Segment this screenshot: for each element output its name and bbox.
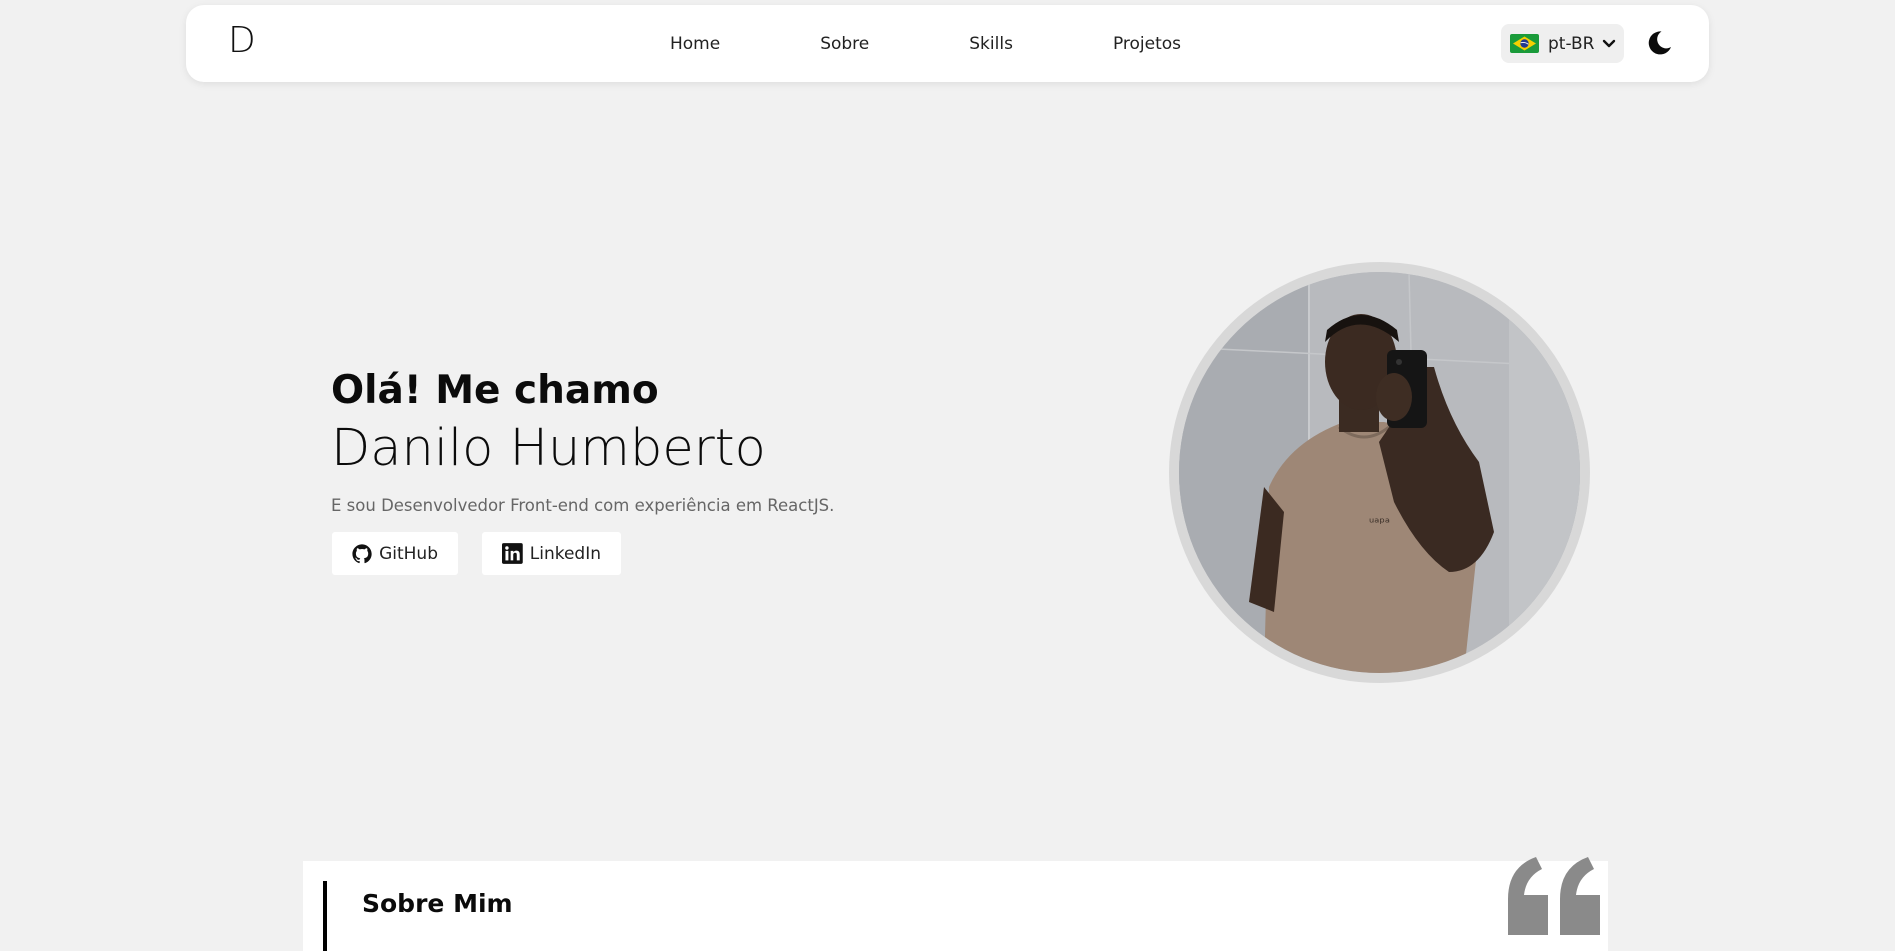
navbar: D Home Sobre Skills Projetos pt-BR xyxy=(186,5,1709,82)
about-accent-bar xyxy=(323,881,327,951)
language-select[interactable]: pt-BR xyxy=(1501,24,1624,63)
nav-link-projetos[interactable]: Projetos xyxy=(1113,34,1181,54)
linkedin-icon xyxy=(502,543,523,564)
svg-text:ᵘᵃᵖᵃ: ᵘᵃᵖᵃ xyxy=(1369,516,1390,531)
language-label: pt-BR xyxy=(1548,33,1595,54)
chevron-down-icon xyxy=(1603,39,1616,47)
nav-link-sobre[interactable]: Sobre xyxy=(820,34,869,54)
nav-links: Home Sobre Skills Projetos xyxy=(670,5,1181,82)
hero-description: E sou Desenvolvedor Front-end com experi… xyxy=(331,496,835,515)
github-icon xyxy=(352,543,372,563)
linkedin-button[interactable]: LinkedIn xyxy=(482,532,621,575)
theme-toggle-button[interactable] xyxy=(1644,28,1674,58)
avatar-ring: ᵘᵃᵖᵃ xyxy=(1169,262,1590,683)
hero-name: Danilo Humberto xyxy=(331,419,766,478)
nav-link-skills[interactable]: Skills xyxy=(969,34,1013,54)
github-label: GitHub xyxy=(379,543,438,564)
quote-icon xyxy=(1508,857,1600,935)
linkedin-label: LinkedIn xyxy=(529,543,601,564)
moon-icon xyxy=(1648,31,1671,55)
about-section: Sobre Mim xyxy=(303,857,1608,951)
hero-greeting: Olá! Me chamo xyxy=(331,368,659,413)
github-button[interactable]: GitHub xyxy=(332,532,458,575)
nav-link-home[interactable]: Home xyxy=(670,34,720,54)
brazil-flag-icon xyxy=(1510,34,1539,53)
logo[interactable]: D xyxy=(228,23,256,59)
avatar: ᵘᵃᵖᵃ xyxy=(1179,272,1580,673)
about-title: Sobre Mim xyxy=(362,889,513,918)
